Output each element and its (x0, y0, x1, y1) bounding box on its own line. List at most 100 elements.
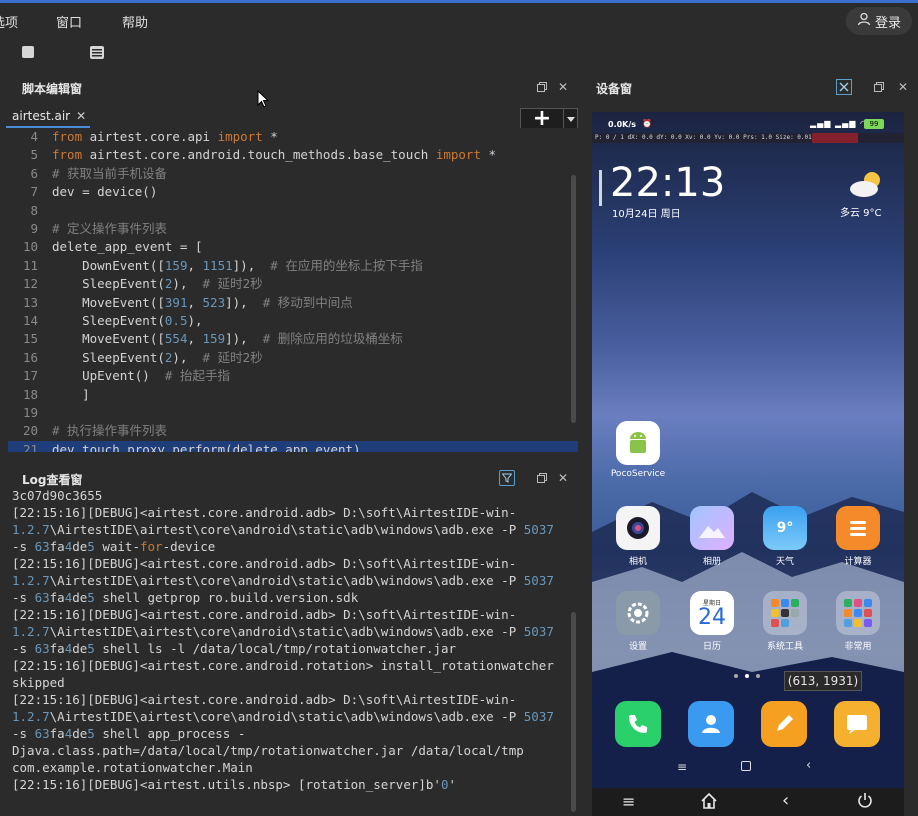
calculator-icon (836, 506, 880, 550)
app-weather[interactable]: 9° 天气 (756, 506, 814, 567)
code-text: DownEvent([159, 1151]), # 在应用的坐标上按下手指 (52, 257, 423, 273)
phone-back-key-icon[interactable]: ‹ (806, 758, 811, 773)
code-line[interactable]: 9 # 定义操作事件列表 (8, 220, 578, 238)
line-number: 14 (22, 313, 38, 328)
log-line: [22:15:16][DEBUG]<airtest.core.android.a… (12, 607, 517, 622)
line-number: 7 (30, 184, 38, 200)
code-line[interactable]: 15 MoveEvent([554, 159]), # 删除应用的垃圾桶坐标 (8, 330, 578, 348)
app-folder-system-tools[interactable]: 系统工具 (756, 591, 814, 652)
log-scrollbar[interactable] (571, 612, 576, 812)
filter-icon[interactable] (499, 470, 515, 486)
code-line[interactable]: 8 (8, 202, 578, 220)
app-camera[interactable]: 相机 (609, 506, 667, 567)
line-number: 19 (22, 405, 38, 420)
log-line: Djava.class.path=/data/local/tmp/rotatio… (12, 743, 524, 758)
app-gallery[interactable]: 相册 (683, 506, 741, 567)
code-line[interactable]: 10 delete_app_event = [ (8, 238, 578, 256)
editor-scrollbar[interactable] (571, 175, 576, 423)
tools-icon[interactable] (836, 79, 852, 95)
phone-status-bar: 0.0K/s ⏰ ▂▄▆ ▂▄▆ ◠ 99 (592, 118, 904, 132)
app-label: PocoService (610, 469, 666, 479)
log-close-icon[interactable]: ✕ (556, 471, 570, 485)
log-view[interactable]: 3c07d90c3655 [22:15:16][DEBUG]<airtest.co… (8, 490, 578, 816)
notes-app-icon[interactable] (761, 701, 807, 747)
tab-airtest-air[interactable]: airtest.air ✕ (6, 106, 90, 128)
line-number: 13 (22, 294, 38, 310)
page-dot (734, 674, 738, 678)
messages-app-icon[interactable] (834, 701, 880, 747)
log-line: [22:15:16][DEBUG]<airtest.core.android.a… (12, 556, 517, 571)
float-icon[interactable] (535, 80, 549, 94)
device-float-icon[interactable] (872, 80, 886, 94)
code-line[interactable]: 19 (8, 404, 578, 422)
app-pocoservice[interactable]: PocoService (609, 421, 667, 479)
app-settings[interactable]: 设置 (609, 591, 667, 652)
app-calculator[interactable]: 计算器 (829, 506, 887, 567)
calendar-icon: 星期日 24 (690, 591, 734, 635)
log-line: 1.2.7\AirtestIDE\airtest\core\android\st… (12, 522, 554, 537)
line-number: 21 (22, 441, 38, 452)
code-text: # 执行操作事件列表 (52, 423, 168, 439)
log-line: [22:15:16][DEBUG]<airtest.core.android.a… (12, 505, 517, 520)
login-button[interactable]: 登录 (846, 7, 912, 35)
stop-icon[interactable] (18, 42, 38, 62)
code-line[interactable]: 21 dev.touch_proxy.perform(delete_app_eve… (8, 440, 578, 452)
power-icon[interactable] (857, 792, 873, 812)
line-number: 6 (30, 165, 38, 181)
home-weather: 多云 9°C (840, 208, 882, 219)
close-icon[interactable]: ✕ (556, 80, 570, 94)
menu-options[interactable]: 选项 (0, 12, 18, 31)
menu-bar: 选项 窗口 帮助 登录 (0, 0, 918, 36)
net-speed: 0.0K/s (608, 120, 637, 129)
app-folder-rare[interactable]: 非常用 (829, 591, 887, 652)
folder-icon (836, 591, 880, 635)
menu-key-icon[interactable]: ≡ (622, 792, 635, 811)
gallery-icon (690, 506, 734, 550)
log-float-icon[interactable] (535, 471, 549, 485)
list-icon[interactable] (87, 42, 107, 62)
code-line[interactable]: 4 from airtest.core.api import * (8, 128, 578, 146)
calendar-day: 24 (698, 604, 726, 630)
code-line[interactable]: 20 # 执行操作事件列表 (8, 422, 578, 440)
home-key-icon[interactable] (701, 792, 717, 813)
app-calendar[interactable]: 星期日 24 日历 (683, 591, 741, 652)
code-line[interactable]: 13 MoveEvent([391, 523]), # 移动到中间点 (8, 294, 578, 312)
line-number: 15 (22, 331, 38, 347)
log-line: [22:15:16][DEBUG]<airtest.core.android.a… (12, 692, 517, 707)
code-line[interactable]: 6 # 获取当前手机设备 (8, 165, 578, 183)
add-script-button[interactable]: + (520, 108, 578, 130)
code-text: dev.touch_proxy.perform(delete_app_event… (52, 441, 361, 452)
phone-app-icon[interactable] (615, 701, 661, 747)
code-line[interactable]: 17 UpEvent() # 抬起手指 (8, 367, 578, 385)
editor-panel-title: 脚本编辑窗 (22, 82, 83, 96)
menu-help[interactable]: 帮助 (122, 12, 148, 31)
code-line[interactable]: 5 from airtest.core.android.touch_methods… (8, 146, 578, 164)
code-line[interactable]: 7 dev = device() (8, 183, 578, 201)
contacts-app-icon[interactable] (688, 701, 734, 747)
plus-icon: + (532, 106, 552, 131)
phone-menu-key-icon[interactable]: ≡ (677, 760, 687, 774)
pressure-indicator (812, 133, 858, 143)
app-label: 相机 (628, 557, 647, 567)
page-dot (756, 674, 760, 678)
back-key-icon[interactable]: ‹ (782, 790, 789, 811)
tab-close-icon[interactable]: ✕ (76, 109, 86, 123)
device-close-icon[interactable]: ✕ (896, 80, 910, 94)
code-line[interactable]: 18 ] (8, 386, 578, 404)
line-number: 5 (30, 147, 38, 163)
log-panel-title: Log查看窗 (22, 473, 83, 487)
code-line[interactable]: 12 SleepEvent(2), # 延时2秒 (8, 275, 578, 293)
phone-home-key-icon[interactable] (741, 761, 751, 771)
tab-label: airtest.air (12, 109, 71, 123)
line-number: 11 (22, 257, 38, 273)
code-line[interactable]: 11 DownEvent([159, 1151]), # 在应用的坐标上按下手指 (8, 257, 578, 275)
menu-window[interactable]: 窗口 (56, 12, 82, 31)
code-line[interactable]: 16 SleepEvent(2), # 延时2秒 (8, 349, 578, 367)
code-line[interactable]: 14 SleepEvent(0.5), (8, 312, 578, 330)
code-text: ] (52, 386, 90, 402)
home-clock: 22:13 (610, 160, 726, 206)
code-editor[interactable]: 4 from airtest.core.api import * 5 from air… (8, 128, 578, 452)
weather-icon: 9° (763, 506, 807, 550)
battery-icon: 99 (864, 119, 884, 129)
chevron-down-icon[interactable] (563, 109, 577, 129)
